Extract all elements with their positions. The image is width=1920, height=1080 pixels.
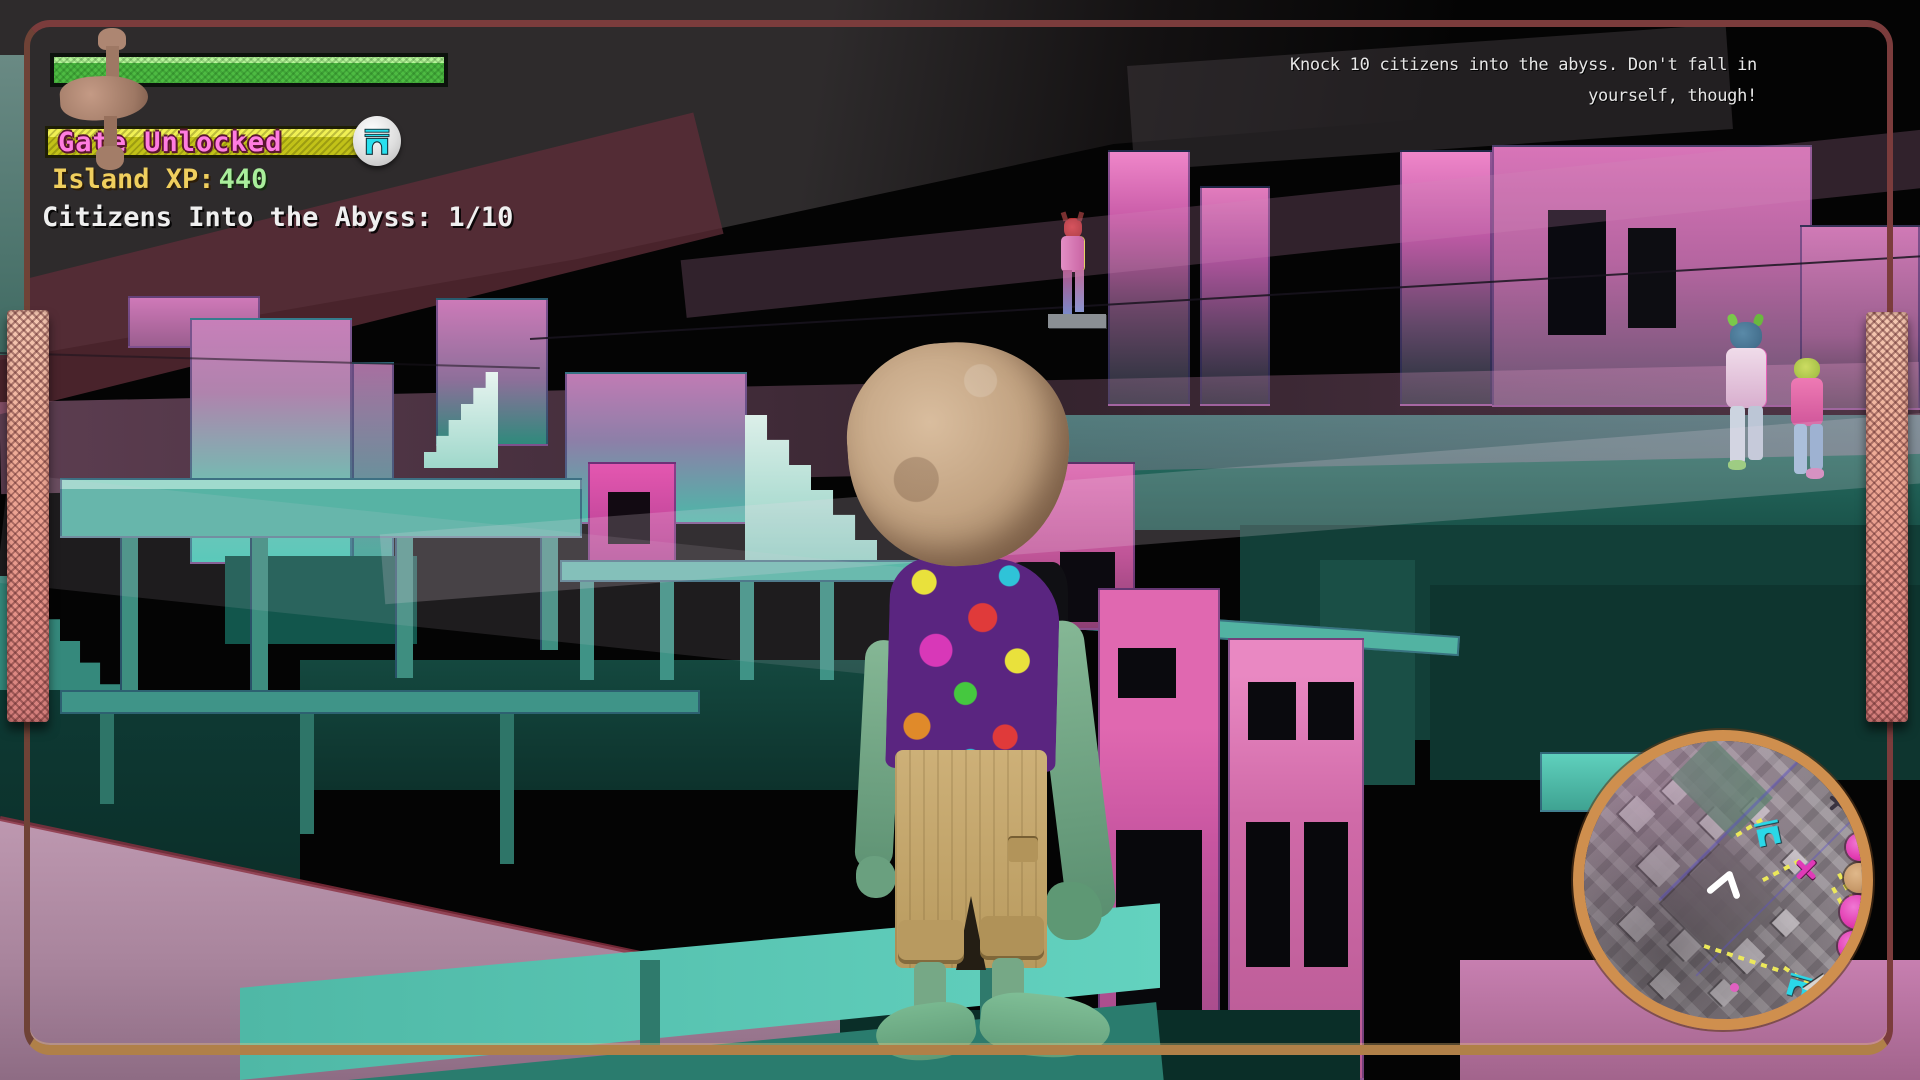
frame-pillar-left [7,310,49,722]
abyss-counter-row: Citizens Into the Abyss: 1/10 [42,202,513,233]
health-figure-icon [60,28,152,170]
citizen-marker-icon [1844,863,1873,893]
game-viewport[interactable]: Gate Unlocked Island XP:440 Citizens Int… [0,0,1920,1080]
abyss-counter-label: Citizens Into the Abyss: [42,202,432,233]
gate-icon [361,125,393,157]
gate-orb [353,116,401,166]
minimap-x-marker-dark [1828,793,1848,813]
objective-line2: yourself, though! [1588,86,1757,106]
abyss-counter-value: 1/10 [448,202,513,233]
island-xp-value: 440 [219,164,268,195]
objective-line1: Knock 10 citizens into the abyss. Don't … [1290,55,1757,75]
minimap-dot [1730,983,1739,992]
minimap-x-marker [1794,857,1818,881]
minimap-gate-icon [1749,814,1787,852]
objective-text: Knock 10 citizens into the abyss. Don't … [1237,50,1757,112]
minimap [1573,730,1873,1030]
frame-pillar-right [1866,312,1908,722]
